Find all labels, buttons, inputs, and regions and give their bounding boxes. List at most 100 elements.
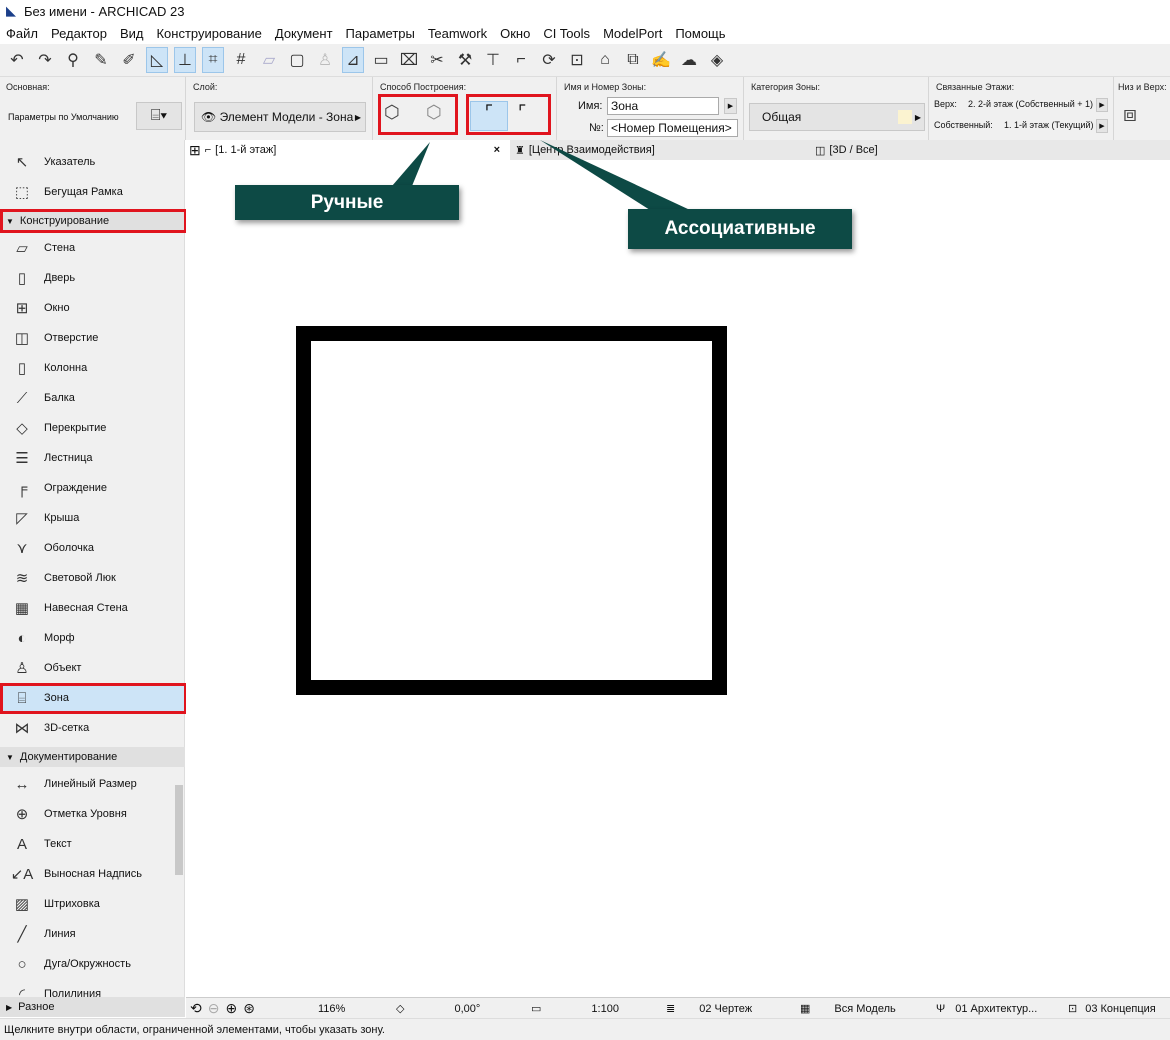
tool-toolbox-items1-4[interactable]: ▯ Колонна bbox=[0, 353, 185, 383]
fit-window-icon[interactable]: ⊛ bbox=[243, 1000, 255, 1017]
tool-toolbox-items1-5[interactable]: ⟋ Балка bbox=[0, 383, 185, 413]
tool-toolbox-items2-3[interactable]: ↙A Выносная Надпись bbox=[0, 859, 185, 889]
cloud-icon[interactable]: ☁ bbox=[678, 47, 700, 73]
menu-ci-tools[interactable]: CI Tools bbox=[537, 26, 597, 41]
find-select-icon[interactable]: ⚲ bbox=[62, 47, 84, 73]
eyedropper-icon[interactable]: ✎ bbox=[90, 47, 112, 73]
own-story-value[interactable]: 1. 1-й этаж (Текущий) bbox=[1004, 120, 1093, 130]
tool-toolbox-items1-2[interactable]: ⊞ Окно bbox=[0, 293, 185, 323]
tool-toolbox-items1-16[interactable]: ⋈ 3D-сетка bbox=[0, 713, 185, 743]
tool-toolbox-items2-0[interactable]: ↔ Линейный Размер bbox=[0, 769, 185, 799]
tool-toolbox-items1-9[interactable]: ◸ Крыша bbox=[0, 503, 185, 533]
menu-modelport[interactable]: ModelPort bbox=[597, 26, 669, 41]
guide-lines-icon[interactable]: ◺ bbox=[146, 47, 168, 73]
group-icon[interactable]: ⧉ bbox=[622, 47, 644, 73]
tool-toolbox-items1-8[interactable]: ╒ Ограждение bbox=[0, 473, 185, 503]
tool-toolbox-items2-2[interactable]: A Текст bbox=[0, 829, 185, 859]
tool-toolbox-items1-10[interactable]: ⋎ Оболочка bbox=[0, 533, 185, 563]
tool-highlight bbox=[0, 209, 187, 233]
menu-document[interactable]: Документ bbox=[269, 26, 340, 41]
wall-rectangle[interactable] bbox=[296, 326, 727, 695]
tool-toolbox-items1-6[interactable]: ◇ Перекрытие bbox=[0, 413, 185, 443]
renovation-filter[interactable]: 03 Концепция bbox=[1085, 1003, 1156, 1015]
tool-icon: ╱ bbox=[17, 926, 27, 943]
info-box: Основная: Параметры по Умолчанию ⌸▾ Слой… bbox=[0, 76, 1170, 141]
tool-toolbox-items1-13[interactable]: ◐ Морф bbox=[0, 623, 185, 653]
tool-toolbox-items2-4[interactable]: ▨ Штриховка bbox=[0, 889, 185, 919]
tool-toolbox-items2-1[interactable]: ⊕ Отметка Уровня bbox=[0, 799, 185, 829]
zoom-back-icon[interactable]: ⟲ bbox=[190, 1000, 202, 1017]
model-view-options[interactable]: Вся Модель bbox=[834, 1003, 895, 1015]
tool-toolbox-items1-0[interactable]: ▱ Стена bbox=[0, 233, 185, 263]
top-story-arrow[interactable]: ▶ bbox=[1096, 98, 1108, 112]
tool-toolbox-items_top-1[interactable]: ⬚ Бегущая Рамка bbox=[0, 177, 185, 207]
tool-toolbox-items1-12[interactable]: ▦ Навесная Стена bbox=[0, 593, 185, 623]
tab-interaction-center[interactable]: ♜ [Центр Взаимодействия] bbox=[511, 140, 809, 160]
tool-label: Световой Люк bbox=[44, 572, 116, 584]
scissors-icon[interactable]: ✂ bbox=[426, 47, 448, 73]
paint-icon[interactable]: ✍ bbox=[650, 47, 672, 73]
pen-set[interactable]: 01 Архитектур... bbox=[955, 1003, 1037, 1015]
layer-combination[interactable]: 02 Чертеж bbox=[699, 1003, 752, 1015]
tab-floor-plan[interactable]: ⊞ ⌐ [1. 1-й этаж] × bbox=[185, 140, 510, 160]
trace-icon[interactable]: ⊿ bbox=[342, 47, 364, 73]
zone-settings-icon[interactable]: ⌸▾ bbox=[136, 102, 182, 130]
extend-icon[interactable]: ⊤ bbox=[482, 47, 504, 73]
menu-help[interactable]: Помощь bbox=[669, 26, 732, 41]
pen-set-icon: Ψ bbox=[936, 1002, 946, 1015]
fillet-icon[interactable]: ⌐ bbox=[510, 47, 532, 73]
tab-3d[interactable]: ◫ [3D / Все] bbox=[811, 140, 1109, 160]
tool-toolbox-items1-11[interactable]: ≋ Световой Люк bbox=[0, 563, 185, 593]
angle-value[interactable]: 0,00° bbox=[454, 1003, 480, 1015]
toolbox-section[interactable]: ▶ Разное bbox=[0, 997, 185, 1017]
number-input[interactable]: <Номер Помещения> bbox=[607, 119, 738, 137]
coordinates-icon[interactable]: ⌗ bbox=[202, 47, 224, 73]
snap-guides-icon[interactable]: ⊥ bbox=[174, 47, 196, 73]
grid-view-icon[interactable]: ⊞ bbox=[189, 142, 201, 159]
tab-label: [1. 1-й этаж] bbox=[215, 144, 277, 156]
measure-icon[interactable]: ▭ bbox=[370, 47, 392, 73]
menu-file[interactable]: Файл bbox=[0, 26, 45, 41]
category-select[interactable]: Общая ▶ bbox=[749, 103, 925, 131]
cross-icon[interactable]: ⌧ bbox=[398, 47, 420, 73]
offset-icon[interactable]: ⊡ bbox=[566, 47, 588, 73]
menu-teamwork[interactable]: Teamwork bbox=[422, 26, 494, 41]
toolbox-section[interactable]: ▼ Документирование bbox=[0, 747, 185, 767]
top-story-value[interactable]: 2. 2-й этаж (Собственный + 1) bbox=[968, 99, 1093, 109]
tool-icon: ◫ bbox=[14, 330, 30, 347]
redo-icon[interactable]: ↷ bbox=[34, 47, 56, 73]
undo-icon[interactable]: ↶ bbox=[6, 47, 28, 73]
zoom-out-icon[interactable]: ⊖ bbox=[208, 1000, 220, 1017]
close-tab-icon[interactable]: × bbox=[494, 144, 500, 156]
toolbox-scrollbar[interactable] bbox=[175, 785, 183, 875]
tool-toolbox-items1-1[interactable]: ▯ Дверь bbox=[0, 263, 185, 293]
name-input[interactable]: Зона bbox=[607, 97, 719, 115]
layout-icon[interactable]: ▢ bbox=[286, 47, 308, 73]
own-story-arrow[interactable]: ▶ bbox=[1096, 119, 1108, 133]
tool-toolbox-items1-3[interactable]: ◫ Отверстие bbox=[0, 323, 185, 353]
menu-options[interactable]: Параметры bbox=[340, 26, 422, 41]
menu-design[interactable]: Конструирование bbox=[150, 26, 268, 41]
roof-icon[interactable]: ⌂ bbox=[594, 47, 616, 73]
tool-toolbox-items1-14[interactable]: ♙ Объект bbox=[0, 653, 185, 683]
view-icon[interactable]: ◈ bbox=[706, 47, 728, 73]
menu-edit[interactable]: Редактор bbox=[45, 26, 114, 41]
grid-snap-icon[interactable]: # bbox=[230, 47, 252, 73]
tool-toolbox-items_top-0[interactable]: ↖ Указатель bbox=[0, 147, 185, 177]
rotate-icon[interactable]: ⟳ bbox=[538, 47, 560, 73]
tool-label: Колонна bbox=[44, 362, 88, 374]
tool-toolbox-items2-5[interactable]: ╱ Линия bbox=[0, 919, 185, 949]
zoom-in-icon[interactable]: ⊕ bbox=[225, 1000, 237, 1017]
tool-toolbox-items1-7[interactable]: ☰ Лестница bbox=[0, 443, 185, 473]
tool-toolbox-items2-6[interactable]: ○ Дуга/Окружность bbox=[0, 949, 185, 979]
syringe-icon[interactable]: ✐ bbox=[118, 47, 140, 73]
menu-window[interactable]: Окно bbox=[494, 26, 537, 41]
editing-plane-icon[interactable]: ▱ bbox=[258, 47, 280, 73]
hammer-icon[interactable]: ⚒ bbox=[454, 47, 476, 73]
zoom-level[interactable]: 116% bbox=[318, 998, 345, 1019]
menu-view[interactable]: Вид bbox=[114, 26, 151, 41]
name-arrow-button[interactable]: ▶ bbox=[724, 98, 737, 114]
layer-select[interactable]: 👁 Элемент Модели - Зона ▶ bbox=[194, 102, 366, 132]
figure-icon[interactable]: ♙ bbox=[314, 47, 336, 73]
scale-value[interactable]: 1:100 bbox=[591, 1003, 619, 1015]
